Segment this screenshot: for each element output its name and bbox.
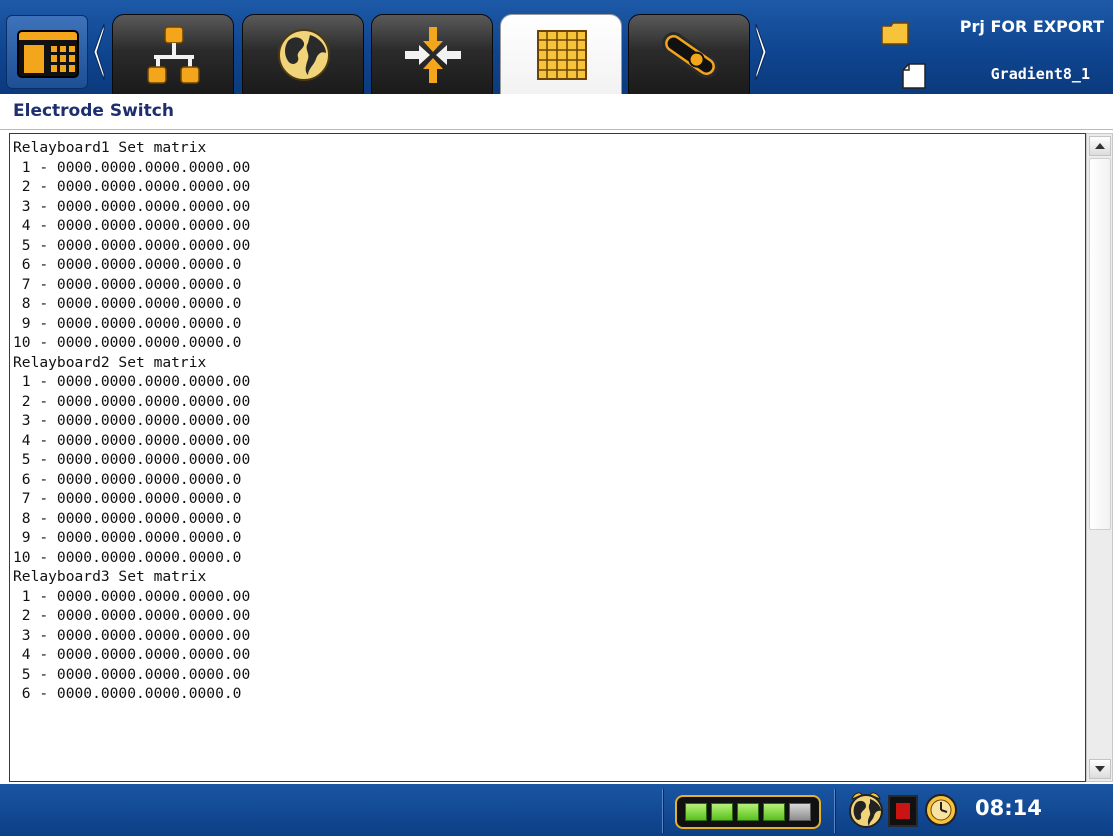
file-icon <box>902 63 926 89</box>
tab-electrode-grid[interactable] <box>500 14 622 94</box>
scrollbar-thumb[interactable] <box>1089 158 1111 530</box>
text-line: 3 - 0000.0000.0000.0000.00 <box>13 412 251 429</box>
title-strip: Electrode Switch <box>0 94 1113 130</box>
battery-cell <box>763 803 785 821</box>
text-line: 8 - 0000.0000.0000.0000.0 <box>13 295 242 312</box>
text-line: 9 - 0000.0000.0000.0000.0 <box>13 529 242 546</box>
status-bar: 08:14 <box>0 784 1113 836</box>
text-line: 3 - 0000.0000.0000.0000.00 <box>13 197 251 215</box>
text-line: 2 - 0000.0000.0000.0000.00 <box>13 392 251 410</box>
status-separator <box>662 789 664 833</box>
record-led <box>896 803 910 819</box>
battery-cell <box>685 803 707 821</box>
output-text-area[interactable]: Relayboard1 Set matrix 1 - 0000.0000.000… <box>9 133 1086 782</box>
globe-alarm-icon[interactable] <box>846 789 886 831</box>
text-line: 2 - 0000.0000.0000.0000.00 <box>13 178 251 195</box>
file-name[interactable]: Gradient8_1 <box>991 65 1090 83</box>
project-info: Prj FOR EXPORT Gradient8_1 <box>880 8 1108 89</box>
tab-transfer[interactable] <box>371 14 493 94</box>
text-line: 5 - 0000.0000.0000.0000.00 <box>13 665 251 683</box>
text-line: 3 - 0000.0000.0000.0000.00 <box>13 626 251 644</box>
chevron-right-icon <box>755 23 767 81</box>
transfer-arrows-icon <box>403 25 463 85</box>
app-screen-icon <box>17 30 79 78</box>
top-toolbar: Prj FOR EXPORT Gradient8_1 <box>0 0 1113 94</box>
tab-cable[interactable] <box>628 14 750 94</box>
text-line: 7 - 0000.0000.0000.0000.0 <box>13 490 242 507</box>
electrode-grid-icon <box>532 25 592 85</box>
text-line: Relayboard3 Set matrix <box>13 568 207 585</box>
text-line: 7 - 0000.0000.0000.0000.0 <box>13 275 242 293</box>
text-line: 9 - 0000.0000.0000.0000.0 <box>13 314 242 332</box>
text-line: 5 - 0000.0000.0000.0000.00 <box>13 236 251 254</box>
network-icon <box>144 25 204 85</box>
tab-scroll-right-button[interactable] <box>754 22 768 82</box>
chevron-left-icon <box>93 23 105 81</box>
scroll-down-button[interactable] <box>1089 759 1111 779</box>
text-line: 5 - 0000.0000.0000.0000.00 <box>13 451 251 468</box>
tab-network[interactable] <box>112 14 234 94</box>
clock-icon[interactable] <box>924 793 958 827</box>
globe-icon <box>274 25 334 85</box>
app-menu-button[interactable] <box>6 15 88 89</box>
text-line: 1 - 0000.0000.0000.0000.00 <box>13 158 251 176</box>
text-line: 6 - 0000.0000.0000.0000.0 <box>13 256 242 273</box>
text-line: 4 - 0000.0000.0000.0000.00 <box>13 431 251 449</box>
record-indicator[interactable] <box>888 795 918 827</box>
page-title: Electrode Switch <box>13 101 174 121</box>
project-name[interactable]: Prj FOR EXPORT <box>960 17 1104 36</box>
text-line: 2 - 0000.0000.0000.0000.00 <box>13 607 251 624</box>
tab-globe[interactable] <box>242 14 364 94</box>
text-lines: Relayboard1 Set matrix 1 - 0000.0000.000… <box>13 138 250 704</box>
text-line: 6 - 0000.0000.0000.0000.0 <box>13 470 242 488</box>
content-frame: Relayboard1 Set matrix 1 - 0000.0000.000… <box>9 133 1113 782</box>
tab-scroll-left-button[interactable] <box>92 22 106 82</box>
text-line: 6 - 0000.0000.0000.0000.0 <box>13 685 242 702</box>
text-line: 1 - 0000.0000.0000.0000.00 <box>13 587 251 605</box>
scroll-up-button[interactable] <box>1089 136 1111 156</box>
cable-icon <box>660 25 720 85</box>
text-line: 8 - 0000.0000.0000.0000.0 <box>13 509 242 527</box>
battery-cell <box>789 803 811 821</box>
battery-cell <box>737 803 759 821</box>
vertical-scrollbar[interactable] <box>1086 133 1113 782</box>
battery-indicator[interactable] <box>675 795 821 829</box>
text-line: 4 - 0000.0000.0000.0000.00 <box>13 217 251 234</box>
text-line: 10 - 0000.0000.0000.0000.0 <box>13 334 242 351</box>
clock-time: 08:14 <box>975 796 1042 820</box>
text-line: 4 - 0000.0000.0000.0000.00 <box>13 646 251 663</box>
text-line: 10 - 0000.0000.0000.0000.0 <box>13 548 242 566</box>
battery-cell <box>711 803 733 821</box>
arrow-down-icon <box>1095 766 1105 772</box>
folder-icon <box>881 22 909 45</box>
status-separator <box>834 789 836 833</box>
text-line: Relayboard1 Set matrix <box>13 139 207 156</box>
arrow-up-icon <box>1095 143 1105 149</box>
text-line: 1 - 0000.0000.0000.0000.00 <box>13 373 251 390</box>
text-line: Relayboard2 Set matrix <box>13 353 207 371</box>
